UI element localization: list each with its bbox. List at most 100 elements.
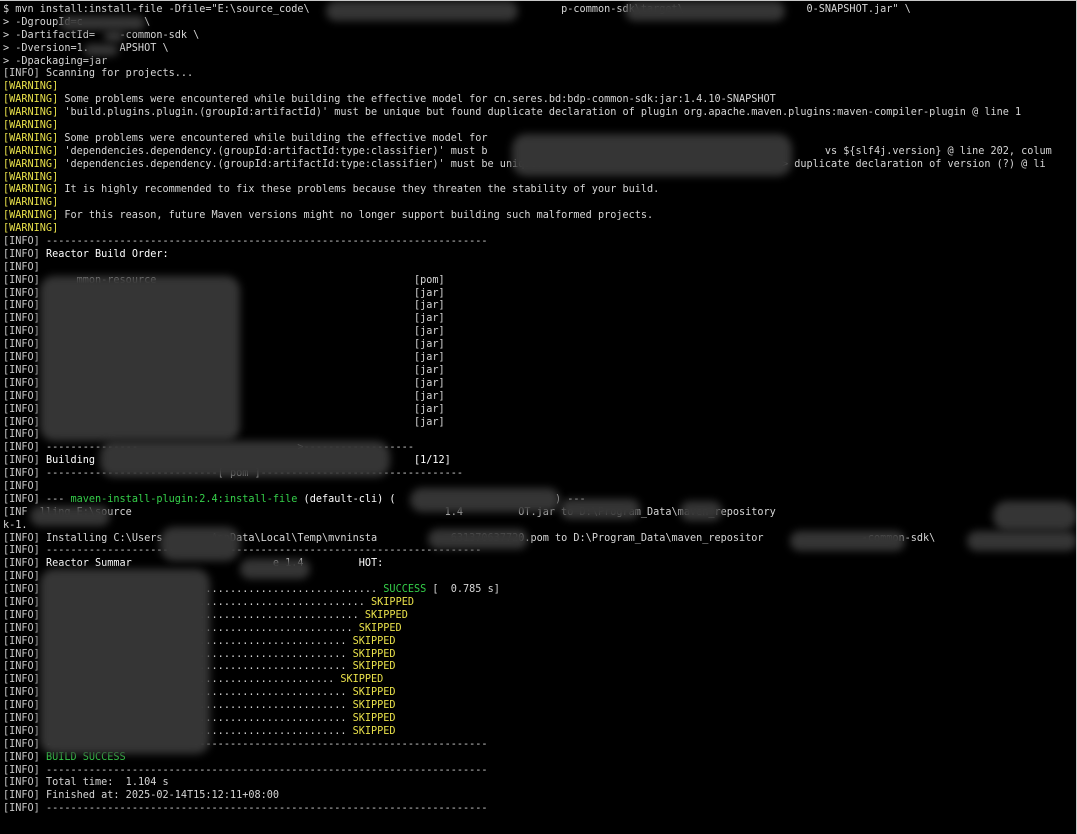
terminal-text: Reactor Build Order: bbox=[39, 248, 169, 260]
terminal-text: SKIPPED bbox=[358, 622, 402, 634]
redaction-mask bbox=[240, 559, 310, 579]
terminal-text: [INFO] bbox=[3, 377, 40, 389]
terminal-text: [INFO] bbox=[3, 480, 40, 492]
terminal-line: [WARNING] Some problems were encountered… bbox=[3, 94, 1074, 107]
terminal-line: [INFO] ---------------------------------… bbox=[3, 803, 1074, 816]
terminal-text: [INFO] bbox=[3, 648, 40, 660]
terminal-text: [INFO] bbox=[3, 571, 40, 583]
terminal-text: SKIPPED bbox=[352, 661, 396, 673]
terminal-text: [INFO] bbox=[3, 339, 40, 351]
terminal-text: [INFO] bbox=[3, 364, 40, 376]
terminal-line: [INFO] ---------------------------------… bbox=[3, 236, 1074, 249]
terminal-text: [INFO] bbox=[3, 738, 40, 750]
terminal-line: [INFO] Reactor Build Order: bbox=[3, 249, 1074, 262]
terminal-text: [INFO] bbox=[3, 493, 40, 505]
terminal-text: ----------------------------------------… bbox=[39, 545, 482, 557]
terminal-text: ----------------------------------------… bbox=[39, 803, 488, 815]
terminal-text: > -DartifactId= -common-sdk \ bbox=[3, 29, 200, 41]
terminal-text: > -Dpackaging=jar bbox=[3, 55, 108, 67]
terminal-line: [WARNING] It is highly recommended to fi… bbox=[3, 184, 1074, 197]
terminal-line: [INFO] ---------------------------------… bbox=[3, 765, 1074, 778]
terminal-text: Total time: 1.104 s bbox=[39, 777, 169, 789]
terminal-text: [ 0.785 s] bbox=[426, 584, 500, 596]
terminal-text: [INFO] bbox=[3, 712, 40, 724]
terminal-text: SKIPPED bbox=[352, 700, 396, 712]
redaction-mask bbox=[560, 499, 640, 519]
terminal-text: [INFO] bbox=[3, 558, 40, 570]
terminal-line: [WARNING] bbox=[3, 81, 1074, 94]
terminal-text: [INFO] bbox=[3, 661, 40, 673]
terminal-line: [WARNING] bbox=[3, 120, 1074, 133]
terminal-text: 0-SNAPSHOT.jar" \ bbox=[806, 4, 911, 15]
terminal-text: SUCCESS bbox=[383, 584, 427, 596]
terminal-text: ----------------------------------------… bbox=[39, 236, 488, 248]
redaction-mask bbox=[40, 276, 240, 441]
terminal-text: [WARNING] bbox=[3, 94, 59, 106]
terminal-text: [INFO] bbox=[3, 790, 40, 802]
terminal-text: [WARNING] bbox=[3, 223, 59, 235]
terminal-text: [INFO] bbox=[3, 287, 40, 299]
terminal-text: [INFO] bbox=[3, 687, 40, 699]
terminal-line: [INFO] Total time: 1.104 s bbox=[3, 777, 1074, 790]
terminal-line: > -Dpackaging=jar bbox=[3, 56, 1074, 69]
terminal-text: [WARNING] bbox=[3, 145, 59, 157]
terminal-text: [INFO] bbox=[3, 764, 40, 776]
terminal-text: [INFO] bbox=[3, 596, 40, 608]
terminal-text: [WARNING] bbox=[3, 120, 59, 132]
terminal-text: [INFO] bbox=[3, 429, 40, 441]
terminal-text: For this reason, future Maven versions m… bbox=[58, 210, 654, 222]
terminal-text: [WARNING] bbox=[3, 107, 59, 119]
terminal-text: [INFO] bbox=[3, 700, 40, 712]
terminal-text: [INFO] bbox=[3, 609, 40, 621]
terminal-line: [WARNING] For this reason, future Maven … bbox=[3, 210, 1074, 223]
terminal-text: SKIPPED bbox=[352, 687, 396, 699]
terminal-line: [INFO] Finished at: 2025-02-14T15:12:11+… bbox=[3, 790, 1074, 803]
terminal-window[interactable]: $ mvn install:install-file -Dfile="E:\so… bbox=[0, 0, 1077, 834]
terminal-text: --- bbox=[39, 493, 71, 505]
redaction-mask bbox=[410, 488, 560, 512]
terminal-text: [INFO] bbox=[3, 261, 40, 273]
terminal-text: [INFO] bbox=[3, 674, 40, 686]
terminal-text: [INF bbox=[3, 506, 28, 518]
terminal-text: [WARNING] bbox=[3, 132, 59, 144]
terminal-text: [INFO] bbox=[3, 313, 40, 325]
redaction-mask bbox=[512, 134, 792, 176]
redaction-mask bbox=[680, 501, 722, 521]
terminal-text: SKIPPED bbox=[340, 674, 384, 686]
terminal-text: [INFO] bbox=[3, 236, 40, 248]
terminal-text: lling E:\source 1.4 OT.jar to D:\Program… bbox=[27, 506, 776, 518]
redaction-mask bbox=[625, 1, 785, 21]
terminal-text: [INFO] bbox=[3, 300, 40, 312]
terminal-text: SKIPPED bbox=[352, 712, 396, 724]
terminal-text: [INFO] bbox=[3, 248, 40, 260]
terminal-text: [INFO] bbox=[3, 622, 40, 634]
terminal-text: [INFO] bbox=[3, 751, 40, 763]
terminal-text: SKIPPED bbox=[352, 635, 396, 647]
terminal-text: 'build.plugins.plugin.(groupId:artifactI… bbox=[58, 107, 1022, 119]
terminal-text: [INFO] bbox=[3, 803, 40, 815]
terminal-text: [INFO] bbox=[3, 390, 40, 402]
terminal-text: SKIPPED bbox=[371, 596, 414, 608]
terminal-line: [INFO] bbox=[3, 262, 1074, 275]
terminal-text: [INFO] bbox=[3, 532, 40, 544]
terminal-text: [INFO] bbox=[3, 352, 40, 364]
terminal-text: [INFO] bbox=[3, 403, 40, 415]
terminal-line: > -Dversion=1. APSHOT \ bbox=[3, 43, 1074, 56]
terminal-text: [WARNING] bbox=[3, 158, 59, 170]
terminal-text: [INFO] bbox=[3, 326, 40, 338]
terminal-text: SKIPPED bbox=[352, 648, 396, 660]
terminal-text: Some problems were encountered while bui… bbox=[58, 94, 776, 106]
terminal-text: [WARNING] bbox=[3, 210, 59, 222]
terminal-line: [WARNING] 'build.plugins.plugin.(groupId… bbox=[3, 107, 1074, 120]
terminal-text: Finished at: 2025-02-14T15:12:11+08:00 bbox=[39, 790, 280, 802]
terminal-text: [INFO] bbox=[3, 725, 40, 737]
terminal-text: Scanning for projects... bbox=[39, 68, 194, 80]
terminal-text: SKIPPED bbox=[364, 609, 408, 621]
terminal-text: $ mvn install:install-file -Dfile="E:\so… bbox=[3, 4, 310, 15]
terminal-line: [INFO] Scanning for projects... bbox=[3, 68, 1074, 81]
terminal-text: [INFO] bbox=[3, 777, 40, 789]
terminal-line: [WARNING] bbox=[3, 223, 1074, 236]
terminal-text: [INFO] bbox=[3, 584, 40, 596]
terminal-text: [WARNING] bbox=[3, 184, 59, 196]
terminal-text: It is highly recommended to fix these pr… bbox=[58, 184, 660, 196]
